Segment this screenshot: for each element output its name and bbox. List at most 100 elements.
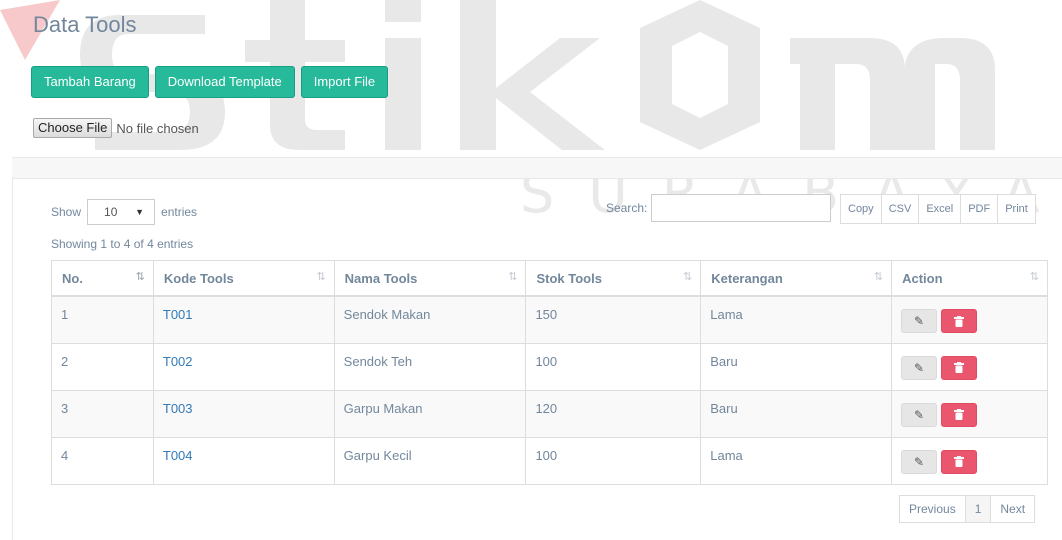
entries-label: entries [161, 205, 198, 219]
edit-button[interactable]: ✎ [901, 355, 938, 380]
import-file-button[interactable]: Import File [300, 66, 389, 98]
column-header-label: Stok Tools [536, 270, 602, 286]
pencil-icon: ✎ [914, 454, 925, 469]
cell-kode: T001 [152, 295, 335, 344]
column-header-no[interactable]: No. ⇅ [51, 260, 154, 297]
print-button[interactable]: Print [997, 194, 1036, 224]
delete-button[interactable] [941, 309, 978, 333]
cell-kode: T002 [152, 342, 335, 391]
watermark-letter-k [460, 0, 605, 150]
add-item-button[interactable]: Tambah Barang [31, 66, 149, 98]
delete-button[interactable] [941, 449, 978, 474]
pencil-icon: ✎ [914, 407, 925, 422]
edit-button[interactable]: ✎ [901, 402, 938, 427]
delete-button[interactable] [941, 402, 978, 427]
delete-button[interactable] [941, 355, 978, 380]
previous-page-button[interactable]: Previous [899, 495, 966, 523]
cell-action: ✎ [891, 342, 1048, 391]
csv-button[interactable]: CSV [880, 194, 920, 224]
sort-icon: ⇅ [316, 271, 326, 283]
cell-keterangan: Baru [700, 389, 893, 438]
edit-button[interactable]: ✎ [901, 309, 938, 333]
cell-nama: Sendok Teh [333, 342, 527, 391]
file-input: Choose File No file chosen [33, 118, 199, 138]
section-divider [12, 157, 1062, 179]
file-status: No file chosen [116, 120, 199, 136]
cell-kode: T003 [152, 389, 335, 438]
tool-code-link[interactable]: T004 [163, 448, 193, 463]
cell-keterangan: Baru [700, 342, 893, 391]
panel-border [12, 177, 13, 540]
table-row: 1 T001 Sendok Makan 150 Lama ✎ [51, 295, 1048, 344]
next-page-button[interactable]: Next [990, 495, 1036, 523]
sort-asc-icon: ⇅ [135, 271, 145, 283]
choose-file-button[interactable]: Choose File [33, 118, 113, 138]
show-label: Show [51, 205, 82, 219]
tools-table: No. ⇅ Kode Tools ⇅ Nama Tools ⇅ Stok Tools ⇅… [51, 260, 1048, 485]
page-length-value: 10 [104, 205, 118, 219]
trash-icon [954, 362, 965, 373]
watermark-letter-o [640, 0, 760, 150]
column-header-keterangan[interactable]: Keterangan ⇅ [700, 260, 893, 297]
sort-icon: ⇅ [873, 271, 884, 283]
download-template-button[interactable]: Download Template [154, 66, 295, 98]
column-header-label: Nama Tools [344, 270, 418, 286]
page-length-select[interactable]: 10 ▼ [87, 199, 156, 225]
search-label: Search: [606, 201, 648, 215]
table-row: 2 T002 Sendok Teh 100 Baru ✎ [51, 342, 1048, 391]
cell-nama: Garpu Makan [333, 389, 527, 438]
tool-code-link[interactable]: T002 [163, 354, 193, 369]
page-length-control: Show 10 ▼ entries [51, 199, 197, 225]
tool-code-link[interactable]: T001 [163, 307, 193, 322]
watermark-letter-i-dot [385, 0, 421, 22]
pencil-icon: ✎ [914, 360, 925, 375]
cell-keterangan: Lama [700, 436, 893, 485]
table-row: 3 T003 Garpu Makan 120 Baru ✎ [51, 389, 1048, 438]
cell-no: 1 [51, 295, 154, 344]
pagination: Previous 1 Next [899, 495, 1036, 523]
cell-kode: T004 [152, 436, 335, 485]
cell-no: 3 [51, 389, 154, 438]
cell-nama: Sendok Makan [333, 295, 527, 344]
toolbar: Tambah Barang Download Template Import F… [31, 66, 389, 98]
table-row: 4 T004 Garpu Kecil 100 Lama ✎ [51, 436, 1048, 485]
sort-icon: ⇅ [508, 271, 518, 283]
table-header-row: No. ⇅ Kode Tools ⇅ Nama Tools ⇅ Stok Tools ⇅… [51, 260, 1048, 297]
chevron-down-icon: ▼ [135, 207, 145, 217]
cell-no: 2 [51, 342, 154, 391]
search-control: Search: [606, 194, 832, 222]
cell-stok: 150 [525, 295, 702, 344]
pdf-button[interactable]: PDF [960, 194, 999, 224]
column-header-kode[interactable]: Kode Tools ⇅ [152, 260, 335, 297]
edit-button[interactable]: ✎ [901, 449, 938, 474]
column-header-stok[interactable]: Stok Tools ⇅ [525, 260, 702, 297]
cell-stok: 100 [525, 436, 702, 485]
cell-stok: 120 [525, 389, 702, 438]
column-header-action[interactable]: Action ⇅ [891, 260, 1048, 297]
cell-no: 4 [51, 436, 154, 485]
column-header-nama[interactable]: Nama Tools ⇅ [333, 260, 527, 297]
export-buttons: Copy CSV Excel PDF Print [840, 194, 1036, 224]
cell-keterangan: Lama [700, 295, 893, 344]
tool-code-link[interactable]: T003 [163, 401, 193, 416]
page-1-button[interactable]: 1 [964, 495, 992, 523]
table-info: Showing 1 to 4 of 4 entries [51, 237, 194, 251]
trash-icon [954, 315, 965, 327]
cell-action: ✎ [891, 295, 1048, 344]
copy-button[interactable]: Copy [840, 194, 882, 224]
column-header-label: Keterangan [711, 270, 783, 286]
column-header-label: Action [902, 270, 943, 286]
sort-icon: ⇅ [683, 271, 693, 283]
page-title: Data Tools [33, 12, 137, 37]
cell-nama: Garpu Kecil [333, 436, 527, 485]
pencil-icon: ✎ [914, 314, 925, 328]
sort-icon: ⇅ [1029, 271, 1039, 283]
search-input[interactable] [651, 194, 832, 222]
cell-stok: 100 [525, 342, 702, 391]
column-header-label: Kode Tools [163, 270, 234, 286]
watermark-letter-i-stem [385, 38, 421, 150]
column-header-label: No. [62, 270, 83, 286]
watermark-letter-m [790, 38, 995, 150]
trash-icon [954, 409, 965, 420]
excel-button[interactable]: Excel [918, 194, 962, 224]
